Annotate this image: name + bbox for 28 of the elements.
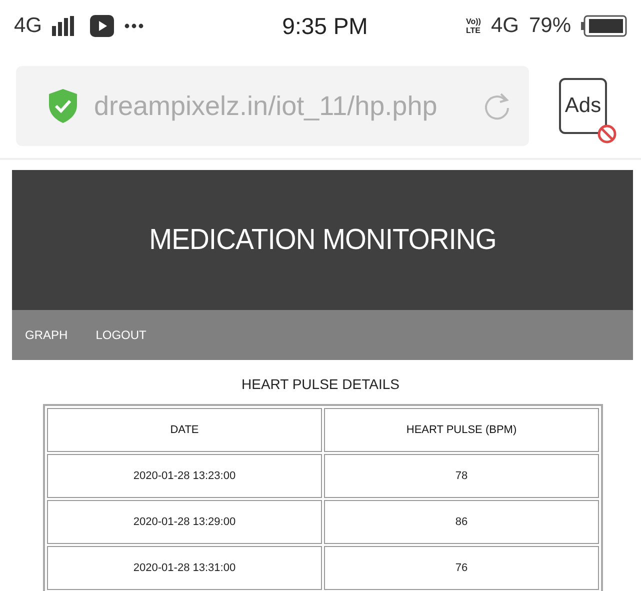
table-cell: 78 (324, 454, 599, 498)
play-icon (90, 15, 114, 37)
address-bar[interactable]: dreampixelz.in/iot_11/hp.php (16, 66, 529, 146)
clock-time: 9:35 PM (281, 12, 369, 40)
section-title: HEART PULSE DETAILS (240, 376, 400, 392)
more-icon (124, 23, 144, 29)
volte-label: Vo)) (466, 17, 481, 26)
table-cell: 2020-01-28 13:23:00 (47, 454, 322, 498)
url-text: dreampixelz.in/iot_11/hp.php (94, 90, 438, 122)
shield-check-icon (48, 88, 78, 124)
column-header: DATE (47, 408, 322, 452)
table-cell: 2020-01-28 13:29:00 (47, 500, 322, 544)
reload-icon[interactable] (483, 91, 511, 121)
network-label: 4G (490, 14, 519, 38)
signal-icon (52, 16, 74, 36)
battery-percent: 79% (528, 14, 571, 38)
column-header: HEART PULSE (BPM) (324, 408, 599, 452)
table-cell: 76 (324, 546, 599, 590)
page-title: MEDICATION MONITORING (148, 224, 496, 256)
network-label: 4G (14, 14, 42, 38)
table-cell: 86 (324, 500, 599, 544)
nav-link[interactable]: GRAPH (25, 328, 68, 342)
prohibited-icon (597, 124, 617, 144)
lte-label: LTE (466, 26, 481, 35)
nav-link[interactable]: LOGOUT (96, 328, 146, 342)
table-cell: 2020-01-28 13:31:00 (47, 546, 322, 590)
ad-block-button[interactable]: Ads (559, 78, 607, 134)
battery-icon (581, 15, 627, 37)
